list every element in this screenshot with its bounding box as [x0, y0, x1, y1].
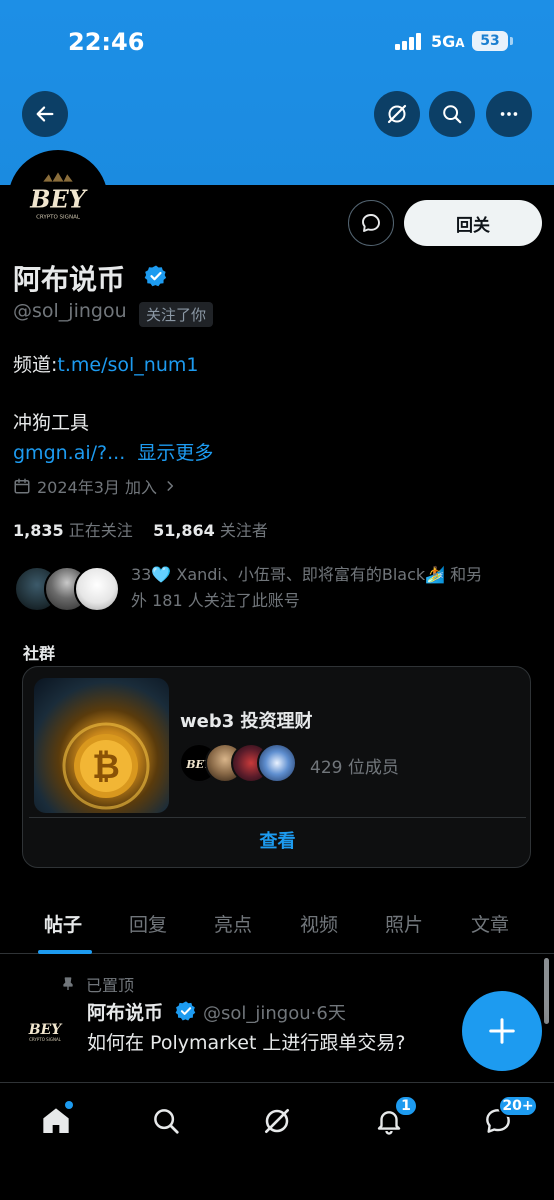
verified-badge-icon	[175, 1001, 196, 1021]
divider	[29, 817, 526, 818]
pinned-label: 已置顶	[60, 972, 134, 996]
show-more-link[interactable]: 显示更多	[137, 442, 213, 464]
follows-you-badge: 关注了你	[139, 302, 214, 327]
community-section-title: 社群	[23, 644, 56, 663]
new-content-dot	[65, 1101, 73, 1109]
search-button[interactable]	[429, 91, 475, 137]
post-avatar[interactable]: BEY CRYPTO SIGNAL	[20, 1004, 70, 1054]
post-meta: @sol_jingou·6天	[203, 1003, 346, 1024]
tab-articles[interactable]: 文章	[471, 910, 509, 937]
bey-logo-icon: BEY CRYPTO SIGNAL	[12, 154, 104, 246]
community-member-avatars: BEY	[179, 743, 299, 783]
bio-tools-line: 冲狗工具	[13, 412, 90, 434]
following-count: 1,835	[13, 521, 64, 540]
slash-circle-icon	[387, 104, 407, 124]
scrollbar[interactable]	[544, 958, 549, 1024]
nav-grok[interactable]	[257, 1101, 297, 1141]
tab-videos[interactable]: 视频	[300, 910, 338, 937]
joined-date[interactable]: 2024年3月 加入	[13, 474, 177, 498]
following-label: 正在关注	[68, 521, 133, 540]
search-icon	[443, 105, 462, 124]
avatar	[257, 743, 297, 783]
followers-count: 51,864	[153, 521, 215, 540]
notifications-badge: 1	[394, 1095, 418, 1117]
battery-icon: 53	[472, 31, 508, 51]
nav-search[interactable]	[146, 1101, 186, 1141]
following-link[interactable]: 1,835 正在关注	[13, 521, 133, 540]
bio-channel-line: 频道:t.me/sol_num1	[13, 350, 198, 377]
more-button[interactable]	[486, 91, 532, 137]
nav-home[interactable]	[36, 1101, 76, 1141]
message-bubble-icon	[362, 214, 380, 232]
svg-text:BEY: BEY	[29, 185, 87, 213]
grok-button[interactable]	[374, 91, 420, 137]
plus-icon	[489, 1018, 515, 1044]
profile-name: 阿布说币	[13, 263, 126, 296]
svg-text:CRYPTO SIGNAL: CRYPTO SIGNAL	[36, 214, 81, 220]
bio-channel-link[interactable]: t.me/sol_num1	[57, 354, 198, 376]
arrow-left-icon	[36, 106, 54, 122]
bitcoin-icon: ₿	[62, 722, 150, 810]
nav-messages[interactable]: 20+	[478, 1095, 538, 1141]
slash-circle-icon	[265, 1109, 289, 1133]
messages-badge: 20+	[498, 1095, 538, 1117]
tab-posts[interactable]: 帖子	[44, 910, 82, 937]
bio-link-line: gmgn.ai/?... 显示更多	[13, 438, 213, 465]
home-icon	[43, 1108, 69, 1133]
svg-text:BEY: BEY	[28, 1022, 64, 1038]
bottom-nav: 1 20+	[0, 1082, 554, 1200]
mutual-followers-avatars[interactable]	[14, 566, 120, 616]
joined-label: 2024年3月 加入	[37, 478, 157, 497]
community-members-count: 429 位成员	[310, 758, 399, 778]
search-icon	[154, 1109, 179, 1134]
follow-back-button[interactable]: 回关	[404, 200, 542, 246]
more-icon	[500, 112, 518, 116]
bey-logo-icon: BEY CRYPTO SIGNAL	[20, 1004, 70, 1054]
calendar-icon	[14, 478, 30, 494]
svg-text:CRYPTO SIGNAL: CRYPTO SIGNAL	[29, 1037, 62, 1042]
community-view-button[interactable]: 查看	[23, 827, 532, 853]
chevron-right-icon	[167, 481, 174, 491]
active-tab-indicator	[38, 950, 92, 954]
profile-handle: @sol_jingou	[13, 300, 127, 322]
mutual-followers-line1: 33🩵 Xandi、小伍哥、即将富有的Black🏄 和另	[131, 565, 483, 584]
network-label: 5GA	[431, 32, 465, 51]
followers-link[interactable]: 51,864 关注者	[153, 521, 268, 540]
tab-replies[interactable]: 回复	[129, 910, 167, 937]
bio-gmgn-link[interactable]: gmgn.ai/?...	[13, 442, 125, 464]
nav-notifications[interactable]: 1	[369, 1095, 418, 1141]
pinned-text: 已置顶	[86, 976, 135, 995]
follow-stats: 1,835 正在关注 51,864 关注者	[13, 517, 268, 541]
svg-text:₿: ₿	[92, 747, 120, 787]
status-time: 22:46	[68, 28, 145, 56]
signal-icon	[395, 32, 423, 50]
post-author-name[interactable]: 阿布说币	[87, 998, 163, 1025]
avatar	[74, 566, 120, 612]
community-image: ₿	[34, 678, 169, 813]
back-button[interactable]	[22, 91, 68, 137]
followers-label: 关注者	[219, 521, 268, 540]
compose-post-button[interactable]	[462, 991, 542, 1071]
community-card[interactable]: ₿ web3 投资理财 BEY 429 位成员 查看	[22, 666, 531, 868]
bio-channel-label: 频道:	[13, 354, 58, 376]
mutual-followers-line2: 外 181 人关注了此账号	[131, 591, 300, 610]
post-handle: @sol_jingou	[203, 1003, 311, 1024]
post-time: 6天	[316, 1003, 346, 1024]
status-bar: 22:46 5GA 53	[0, 0, 554, 80]
community-name: web3 投资理财	[180, 711, 313, 732]
message-button[interactable]	[348, 200, 394, 246]
mutual-followers-text[interactable]: 33🩵 Xandi、小伍哥、即将富有的Black🏄 和另 外 181 人关注了此…	[131, 562, 541, 614]
verified-badge-icon[interactable]	[144, 264, 168, 288]
profile-avatar[interactable]: BEY CRYPTO SIGNAL	[8, 150, 108, 250]
tab-highlights[interactable]: 亮点	[214, 910, 252, 937]
pin-icon	[63, 977, 73, 990]
post-text[interactable]: 如何在 Polymarket 上进行跟单交易?	[87, 1028, 406, 1055]
tab-photos[interactable]: 照片	[385, 910, 423, 937]
profile-tabs: 帖子 回复 亮点 视频 照片 文章	[0, 900, 554, 954]
